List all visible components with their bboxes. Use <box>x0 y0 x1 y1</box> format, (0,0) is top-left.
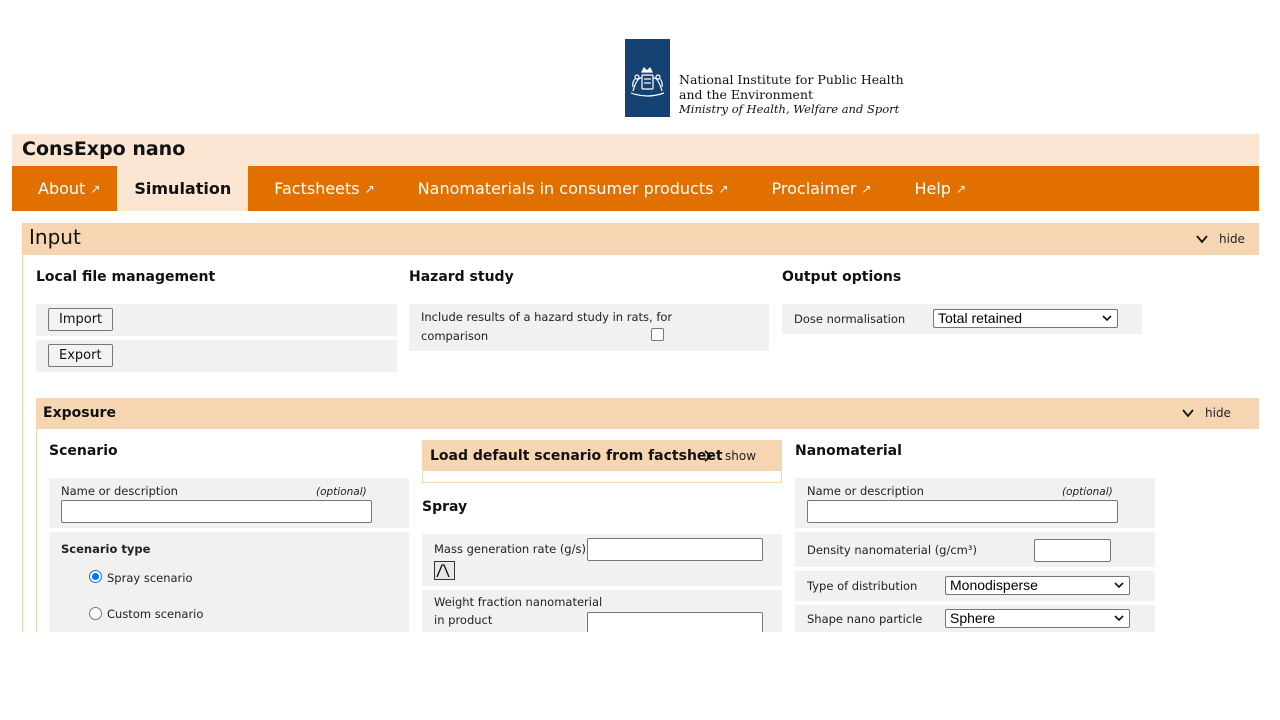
mass-rate-input[interactable] <box>587 538 763 561</box>
spray-scenario-label: Spray scenario <box>107 571 193 585</box>
output-options-title: Output options <box>782 269 902 285</box>
nav-item-label: Proclaimer <box>771 179 857 198</box>
weight-fraction-label-1: Weight fraction nanomaterial <box>434 595 603 609</box>
nav-item-factsheets[interactable]: Factsheets ↗ <box>248 166 391 211</box>
external-link-icon: ↗ <box>861 181 872 196</box>
main-nav: About ↗ Simulation Factsheets ↗ Nanomateri… <box>12 166 1259 211</box>
ministry-logo: National Institute for Public Health and… <box>625 39 925 119</box>
distribution-row: Type of distribution Monodisperse <box>795 571 1155 601</box>
distribution-label: Type of distribution <box>807 579 918 593</box>
chevron-down-icon <box>1114 615 1124 622</box>
nanomaterial-name-row: Name or description (optional) <box>795 478 1155 528</box>
nanomaterial-title: Nanomaterial <box>795 443 902 459</box>
import-row: Import <box>36 304 397 336</box>
input-hide-toggle[interactable]: hide <box>1195 232 1245 246</box>
app-title-bar: ConsExpo nano <box>12 134 1259 166</box>
shape-value: Sphere <box>950 610 996 626</box>
dose-normalisation-value: Total retained <box>938 310 1023 326</box>
external-link-icon: ↗ <box>955 181 967 196</box>
spray-scenario-radio[interactable] <box>89 570 102 583</box>
toggle-label: hide <box>1219 232 1245 246</box>
nav-item-nanomaterials[interactable]: Nanomaterials in consumer products ↗ <box>392 166 746 211</box>
logo-text: National Institute for Public Health and… <box>679 72 904 117</box>
dose-normalisation-select[interactable]: Total retained <box>933 309 1118 328</box>
dose-row: Dose normalisation Total retained <box>782 304 1142 334</box>
nanomaterial-name-label: Name or description <box>807 484 924 498</box>
hazard-checkbox-label-2: comparison <box>421 329 489 343</box>
input-panel-title: Input <box>29 225 81 249</box>
load-default-header: Load default scenario from factsheet sho… <box>423 441 781 471</box>
shape-row: Shape nano particle Sphere <box>795 605 1155 632</box>
chevron-down-icon <box>1182 409 1194 418</box>
nanomaterial-name-input[interactable] <box>807 500 1118 523</box>
shape-label: Shape nano particle <box>807 612 923 626</box>
density-row: Density nanomaterial (g/cm³) <box>795 532 1155 567</box>
distribution-value: Monodisperse <box>950 577 1038 593</box>
nav-item-label: Help <box>914 179 951 198</box>
chevron-right-icon <box>704 450 713 462</box>
export-row: Export <box>36 340 397 372</box>
coat-of-arms-logo <box>625 39 670 117</box>
exposure-panel-header: Exposure hide <box>36 398 1259 429</box>
chevron-down-icon <box>1114 582 1124 589</box>
chevron-down-icon <box>1196 235 1208 244</box>
external-link-icon: ↗ <box>90 181 101 196</box>
logo-line-3: Ministry of Health, Welfare and Sport <box>679 102 900 116</box>
nav-item-label: Simulation <box>134 179 232 198</box>
nav-item-label: Nanomaterials in consumer products <box>417 179 714 198</box>
scenario-type-title: Scenario type <box>61 542 151 556</box>
nanomaterial-optional-label: (optional) <box>1062 486 1113 498</box>
load-default-show-toggle[interactable]: show <box>701 449 756 463</box>
nav-item-proclaimer[interactable]: Proclaimer ↗ <box>746 166 889 211</box>
scenario-optional-label: (optional) <box>316 486 367 498</box>
exposure-panel-title: Exposure <box>43 405 116 421</box>
nav-item-simulation[interactable]: Simulation <box>117 166 249 211</box>
scenario-name-label: Name or description <box>61 484 178 498</box>
nav-item-help[interactable]: Help ↗ <box>888 166 983 211</box>
scenario-title: Scenario <box>49 443 118 459</box>
density-label: Density nanomaterial (g/cm³) <box>807 543 977 557</box>
external-link-icon: ↗ <box>718 181 729 196</box>
weight-fraction-row: Weight fraction nanomaterial in product <box>422 590 782 632</box>
nav-item-label: Factsheets <box>274 179 360 198</box>
nav-item-about[interactable]: About ↗ <box>12 166 117 211</box>
toggle-label: hide <box>1205 406 1231 420</box>
toggle-label: show <box>725 449 757 463</box>
mass-rate-label: Mass generation rate (g/s) <box>434 542 586 556</box>
external-link-icon: ↗ <box>364 181 375 196</box>
shape-select[interactable]: Sphere <box>945 609 1130 628</box>
load-default-scenario-panel: Load default scenario from factsheet sho… <box>422 440 782 483</box>
hazard-study-checkbox[interactable] <box>651 328 664 341</box>
load-default-title: Load default scenario from factsheet <box>430 448 723 464</box>
local-file-title: Local file management <box>36 269 216 285</box>
exposure-hide-toggle[interactable]: hide <box>1181 406 1231 420</box>
logo-line-2: and the Environment <box>679 87 814 102</box>
distribution-icon[interactable] <box>434 561 455 580</box>
mass-rate-row: Mass generation rate (g/s) <box>422 534 782 586</box>
hazard-checkbox-label-1: Include results of a hazard study in rat… <box>421 310 673 324</box>
dose-normalisation-label: Dose normalisation <box>794 312 906 326</box>
scenario-type-row: Scenario type Spray scenario Custom scen… <box>49 532 409 632</box>
input-panel-header: Input hide <box>23 223 1259 255</box>
import-button[interactable]: Import <box>48 308 114 331</box>
weight-fraction-input[interactable] <box>587 612 763 632</box>
distribution-select[interactable]: Monodisperse <box>945 576 1130 595</box>
chevron-down-icon <box>1102 315 1112 322</box>
export-button[interactable]: Export <box>48 344 113 367</box>
custom-scenario-radio[interactable] <box>89 607 102 620</box>
scenario-name-input[interactable] <box>61 500 372 523</box>
app-title: ConsExpo nano <box>22 138 186 160</box>
weight-fraction-label-2: in product <box>434 613 493 627</box>
density-input[interactable] <box>1034 539 1111 562</box>
input-panel: Input hide Local file management Import … <box>22 223 1259 632</box>
scenario-name-row: Name or description (optional) <box>49 478 409 528</box>
custom-scenario-label: Custom scenario <box>107 607 204 621</box>
hazard-row: Include results of a hazard study in rat… <box>409 304 769 351</box>
hazard-study-title: Hazard study <box>409 269 514 285</box>
nav-item-label: About <box>38 179 86 198</box>
logo-line-1: National Institute for Public Health <box>679 72 904 87</box>
spray-title: Spray <box>422 499 468 515</box>
